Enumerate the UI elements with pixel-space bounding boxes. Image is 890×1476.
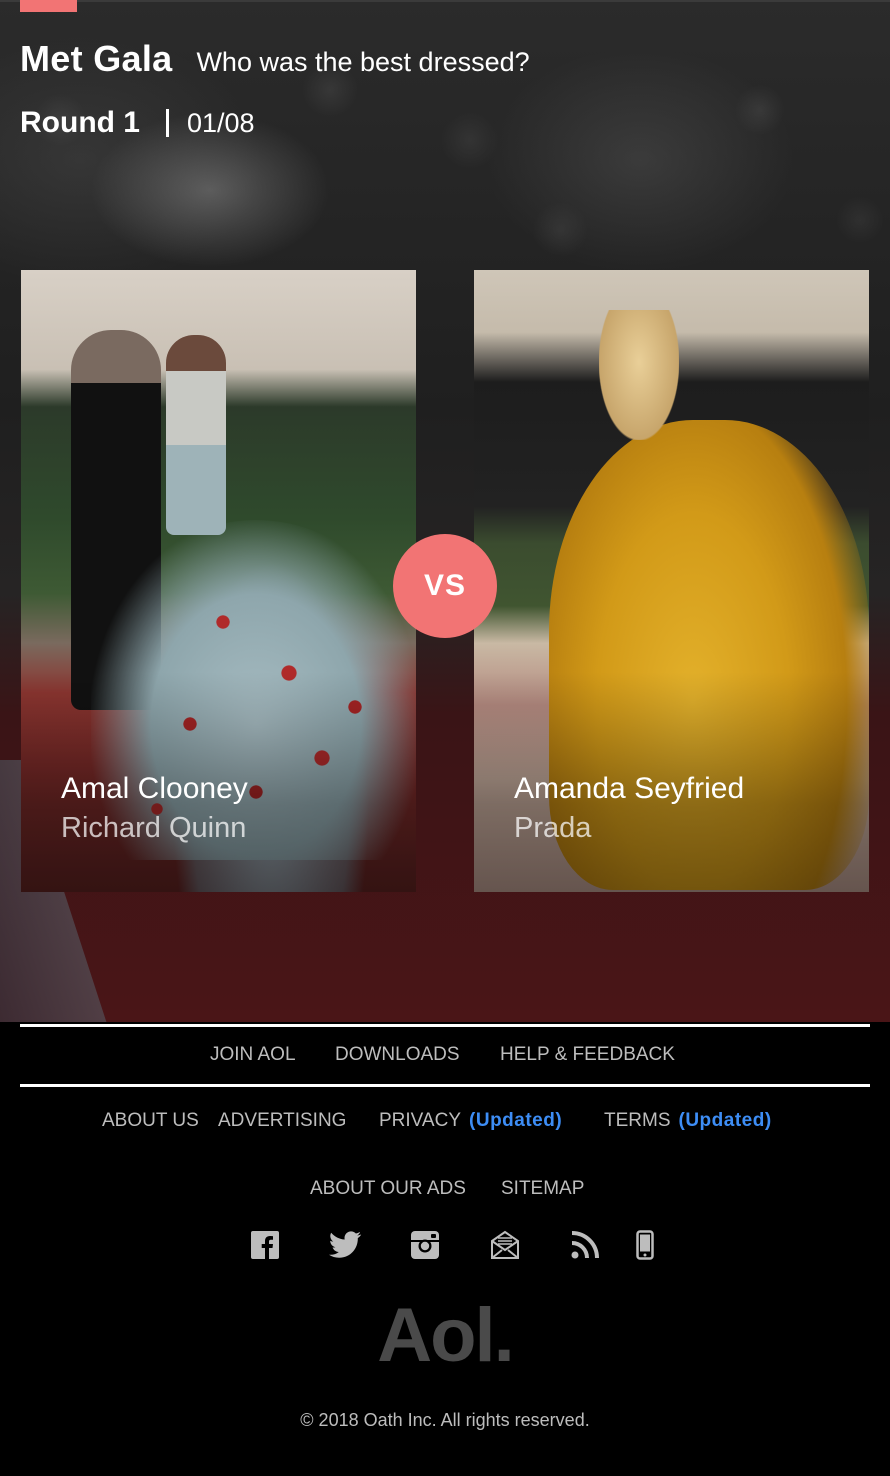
- help-feedback-link[interactable]: HELP & FEEDBACK: [500, 1044, 675, 1066]
- contestant-name: Amanda Seyfried: [514, 772, 745, 805]
- aol-logo[interactable]: Aol.: [0, 1292, 890, 1379]
- top-divider: [0, 0, 890, 2]
- sitemap-link[interactable]: SITEMAP: [501, 1178, 584, 1200]
- round-progress: 01/08: [187, 107, 255, 138]
- vs-badge: VS: [393, 534, 497, 638]
- privacy-link[interactable]: PRIVACY (Updated): [379, 1110, 562, 1132]
- round-indicator: Round 1 01/08: [20, 106, 255, 140]
- photo-figure-bodice: [166, 335, 226, 535]
- downloads-link[interactable]: DOWNLOADS: [335, 1044, 460, 1066]
- contestant-card-left[interactable]: Amal Clooney Richard Quinn: [21, 270, 416, 892]
- footer: JOIN AOL DOWNLOADS HELP & FEEDBACK ABOUT…: [0, 1022, 890, 1476]
- privacy-label: PRIVACY: [379, 1110, 462, 1131]
- mobile-icon[interactable]: [636, 1230, 654, 1260]
- hero-section: Met Gala Who was the best dressed? Round…: [0, 0, 890, 1022]
- contestant-name: Amal Clooney: [61, 772, 248, 805]
- terms-link[interactable]: TERMS (Updated): [604, 1110, 772, 1132]
- footer-divider-top: [20, 1024, 870, 1027]
- progress-accent-bar: [20, 0, 77, 12]
- newsletter-icon[interactable]: [490, 1230, 520, 1260]
- twitter-icon[interactable]: [328, 1230, 362, 1260]
- title-row: Met Gala Who was the best dressed?: [20, 38, 530, 80]
- copyright-text: © 2018 Oath Inc. All rights reserved.: [300, 1410, 590, 1430]
- contestant-card-right[interactable]: Amanda Seyfried Prada: [474, 270, 869, 892]
- terms-label: TERMS: [604, 1110, 671, 1131]
- photo-figure-hair: [599, 310, 679, 440]
- footer-divider-bottom: [20, 1084, 870, 1087]
- round-separator: [166, 109, 169, 137]
- poll-question: Who was the best dressed?: [196, 47, 530, 77]
- contestant-designer: Prada: [514, 812, 592, 844]
- terms-updated-badge: (Updated): [678, 1110, 772, 1131]
- privacy-updated-badge: (Updated): [469, 1110, 563, 1131]
- join-aol-link[interactable]: JOIN AOL: [210, 1044, 296, 1066]
- rss-icon[interactable]: [570, 1230, 600, 1260]
- about-our-ads-link[interactable]: ABOUT OUR ADS: [310, 1178, 466, 1200]
- round-label: Round 1: [20, 106, 140, 139]
- contestant-designer: Richard Quinn: [61, 812, 247, 844]
- event-title: Met Gala: [20, 38, 173, 79]
- instagram-icon[interactable]: [410, 1230, 440, 1260]
- advertising-link[interactable]: ADVERTISING: [218, 1110, 346, 1132]
- facebook-icon[interactable]: [250, 1230, 280, 1260]
- about-us-link[interactable]: ABOUT US: [102, 1110, 199, 1132]
